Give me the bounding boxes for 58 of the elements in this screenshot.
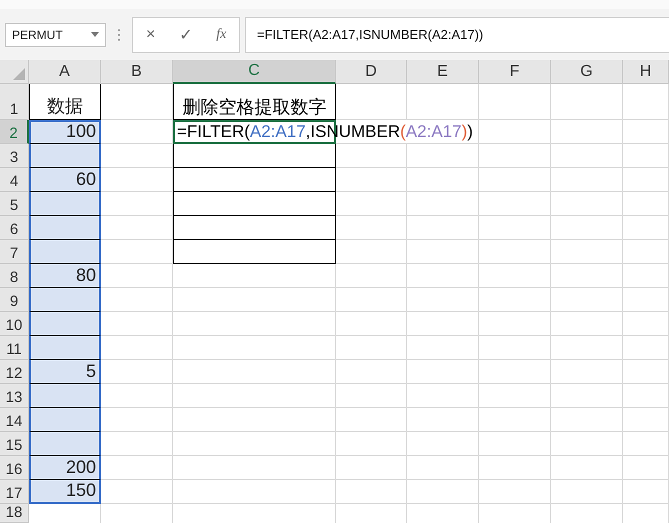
row-header[interactable]: 11 [0, 336, 29, 360]
row-header[interactable]: 4 [0, 168, 29, 192]
selected-cell[interactable]: 100 [29, 120, 101, 144]
selected-cell[interactable] [29, 288, 101, 312]
caret-icon [91, 32, 99, 37]
column-header[interactable]: E [407, 60, 479, 84]
table-cell[interactable] [173, 144, 336, 168]
row-header[interactable]: 16 [0, 456, 29, 480]
grip-icon [117, 28, 121, 42]
selected-cell[interactable] [29, 240, 101, 264]
table-cell[interactable]: 删除空格提取数字 [173, 84, 336, 120]
formula-field[interactable]: =FILTER(A2:A17,ISNUMBER(A2:A17)) [245, 16, 669, 52]
row-header[interactable]: 18 [0, 504, 29, 523]
selected-cell[interactable] [29, 432, 101, 456]
row-header[interactable]: 7 [0, 240, 29, 264]
table-cell[interactable] [173, 240, 336, 264]
insert-function-button[interactable]: fx [209, 26, 234, 42]
cell-text: 删除空格提取数字 [182, 97, 326, 118]
row-header[interactable]: 2 [0, 120, 29, 144]
selected-cell[interactable] [29, 192, 101, 216]
column-header[interactable]: A [29, 60, 101, 84]
row-header[interactable]: 10 [0, 312, 29, 336]
selected-cell[interactable] [29, 384, 101, 408]
selected-cell[interactable]: 200 [29, 456, 101, 480]
selected-cell[interactable] [29, 216, 101, 240]
row-header[interactable]: 8 [0, 264, 29, 288]
selected-cell[interactable] [29, 144, 101, 168]
row-header[interactable]: 15 [0, 432, 29, 456]
selected-cell[interactable] [29, 408, 101, 432]
column-header[interactable]: F [479, 60, 551, 84]
select-all-icon[interactable] [13, 68, 25, 80]
selected-cell[interactable] [29, 312, 101, 336]
selected-cell[interactable]: 60 [29, 168, 101, 192]
column-header[interactable]: D [336, 60, 407, 84]
row-header[interactable]: 3 [0, 144, 29, 168]
selected-cell[interactable]: 5 [29, 360, 101, 384]
row-header[interactable]: 13 [0, 384, 29, 408]
name-box-text: PERMUT [12, 28, 63, 42]
row-header[interactable]: 17 [0, 480, 29, 504]
table-cell[interactable] [173, 192, 336, 216]
selected-cell[interactable]: 150 [29, 480, 101, 504]
cancel-button[interactable]: × [138, 26, 163, 44]
column-header[interactable]: C [173, 60, 336, 84]
table-cell[interactable] [173, 216, 336, 240]
row-header[interactable]: 6 [0, 216, 29, 240]
row-header[interactable]: 9 [0, 288, 29, 312]
row-header[interactable]: 5 [0, 192, 29, 216]
enter-button[interactable]: ✓ [174, 24, 198, 44]
selected-cell[interactable] [29, 336, 101, 360]
selected-cell[interactable]: 80 [29, 264, 101, 288]
column-header[interactable]: H [623, 60, 669, 84]
column-header[interactable]: G [551, 60, 623, 84]
row-header[interactable]: 1 [0, 84, 29, 120]
column-header[interactable]: B [101, 60, 173, 84]
row-header[interactable]: 12 [0, 360, 29, 384]
row-header[interactable]: 14 [0, 408, 29, 432]
name-box[interactable]: PERMUT [5, 22, 106, 46]
table-cell[interactable] [173, 168, 336, 192]
